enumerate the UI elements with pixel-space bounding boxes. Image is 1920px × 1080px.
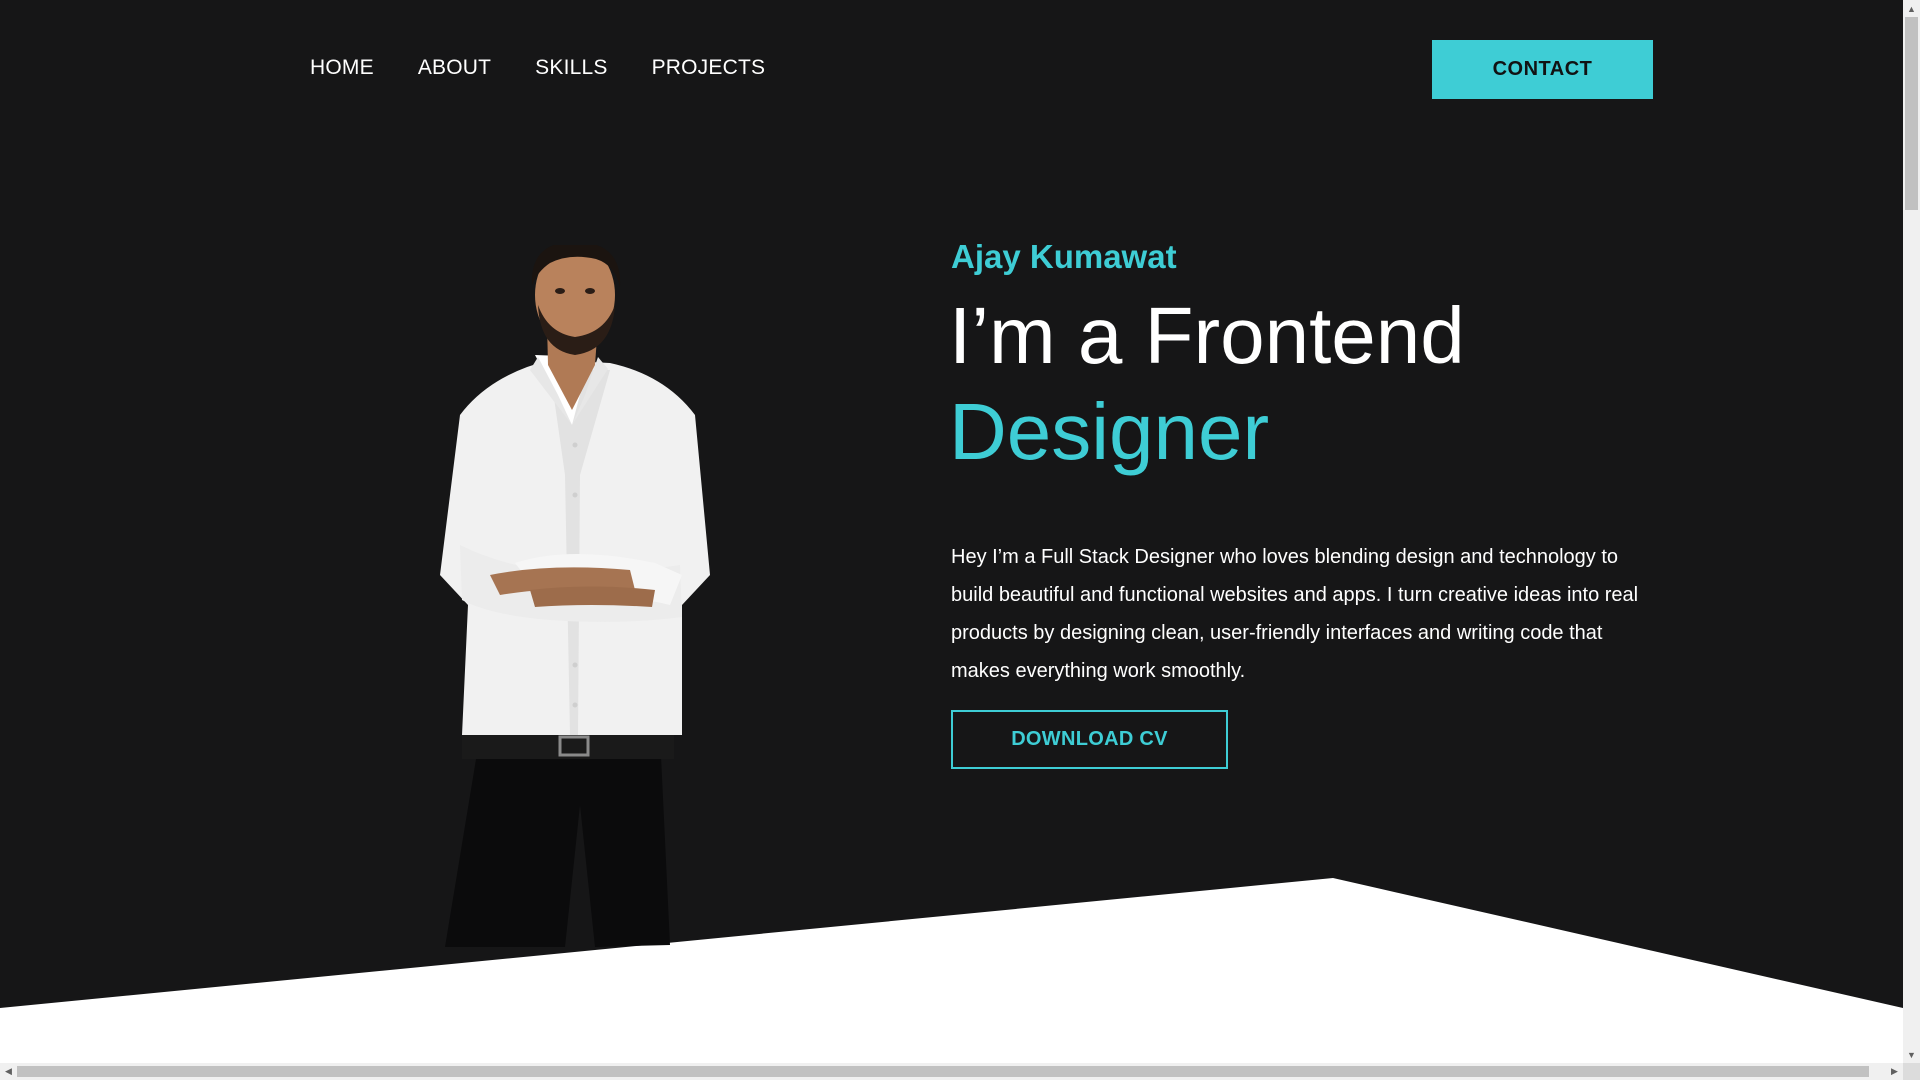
- vertical-scroll-thumb[interactable]: [1905, 17, 1918, 210]
- hero-title: I’m a Frontend Designer: [949, 288, 1465, 480]
- page-viewport: HOME ABOUT SKILLS PROJECTS CONTACT Ajay …: [0, 0, 1903, 1063]
- hero-background: [0, 0, 1903, 1008]
- contact-button[interactable]: CONTACT: [1432, 40, 1653, 99]
- download-cv-button[interactable]: DOWNLOAD CV: [951, 710, 1228, 769]
- hero-name: Ajay Kumawat: [951, 238, 1177, 275]
- profile-photo: [440, 245, 710, 947]
- hero-description: Hey I’m a Full Stack Designer who loves …: [951, 546, 1639, 682]
- left-arrow-icon[interactable]: ◀: [0, 1063, 17, 1080]
- hero-section: HOME ABOUT SKILLS PROJECTS CONTACT Ajay …: [0, 0, 1903, 1063]
- hero-title-line1: I’m a Frontend: [949, 291, 1465, 380]
- right-arrow-icon[interactable]: ▶: [1886, 1063, 1903, 1080]
- nav-projects[interactable]: PROJECTS: [652, 56, 766, 80]
- up-arrow-icon[interactable]: ▲: [1903, 0, 1920, 17]
- scrollbar-corner: [1903, 1063, 1920, 1080]
- vertical-scrollbar[interactable]: ▲ ▼: [1903, 0, 1920, 1063]
- nav-about[interactable]: ABOUT: [418, 56, 491, 80]
- main-nav: HOME ABOUT SKILLS PROJECTS: [310, 56, 765, 80]
- horizontal-scrollbar[interactable]: ◀ ▶: [0, 1063, 1903, 1080]
- horizontal-scroll-thumb[interactable]: [17, 1066, 1869, 1077]
- hero-title-line2: Designer: [949, 387, 1270, 476]
- down-arrow-icon[interactable]: ▼: [1903, 1046, 1920, 1063]
- nav-skills[interactable]: SKILLS: [535, 56, 607, 80]
- nav-home[interactable]: HOME: [310, 56, 374, 80]
